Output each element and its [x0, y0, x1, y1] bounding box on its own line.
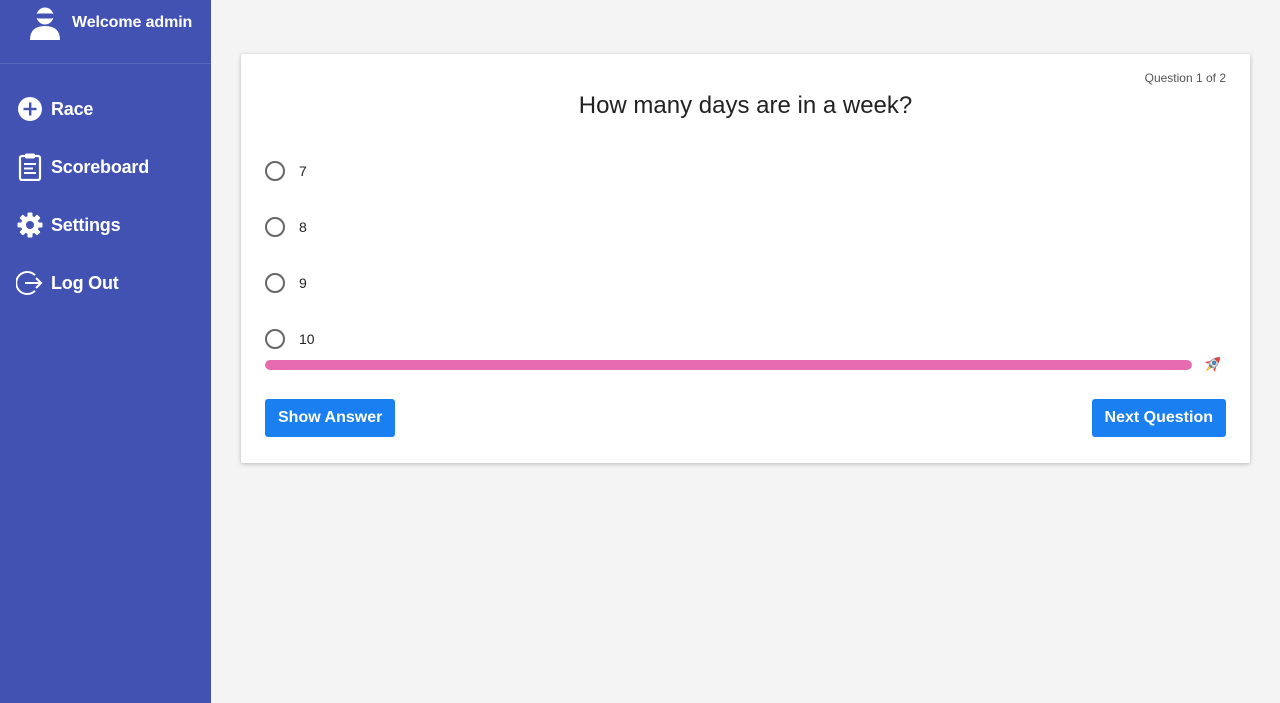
radio-button[interactable] [265, 329, 285, 349]
sidebar-item-race[interactable]: Race [0, 80, 211, 138]
sidebar-item-logout[interactable]: Log Out [0, 254, 211, 312]
sidebar-item-label: Log Out [51, 272, 119, 293]
sidebar-item-scoreboard[interactable]: Scoreboard [0, 138, 211, 196]
sidebar-item-label: Scoreboard [51, 156, 150, 177]
sidebar-item-label: Race [51, 98, 94, 119]
sidebar-item-settings[interactable]: Settings [0, 196, 211, 254]
progress-row [265, 355, 1227, 377]
sidebar: Welcome admin Race Scoreboard Settings L… [0, 0, 211, 703]
sidebar-nav: Race Scoreboard Settings Log Out [0, 80, 211, 312]
radio-button[interactable] [265, 217, 285, 237]
sidebar-header: Welcome admin [0, 0, 211, 64]
radio-button[interactable] [265, 161, 285, 181]
answer-option[interactable]: 7 [263, 143, 315, 199]
sidebar-item-label: Settings [51, 214, 121, 235]
answer-option-label: 8 [299, 219, 307, 235]
answer-option-label: 10 [299, 331, 315, 347]
show-answer-button[interactable]: Show Answer [265, 399, 396, 437]
question-counter: Question 1 of 2 [1144, 71, 1226, 85]
answer-option-label: 9 [299, 275, 307, 291]
question-card: Question 1 of 2 How many days are in a w… [241, 54, 1250, 463]
welcome-text: Welcome admin [72, 13, 193, 31]
rocket-icon [1200, 353, 1224, 377]
next-question-button[interactable]: Next Question [1091, 399, 1226, 437]
logout-icon [16, 269, 44, 297]
radio-button[interactable] [265, 273, 285, 293]
progress-fill [265, 360, 1192, 370]
progress-bar [265, 360, 1192, 370]
question-title: How many days are in a week? [578, 92, 913, 119]
gear-icon [16, 211, 44, 239]
answer-option-label: 7 [299, 163, 307, 179]
plus-circle-icon [16, 95, 44, 123]
answer-option[interactable]: 8 [263, 199, 315, 255]
clipboard-icon [16, 153, 44, 181]
user-icon [28, 6, 62, 40]
answer-options: 7 8 9 10 [263, 143, 315, 367]
answer-option[interactable]: 9 [263, 255, 315, 311]
